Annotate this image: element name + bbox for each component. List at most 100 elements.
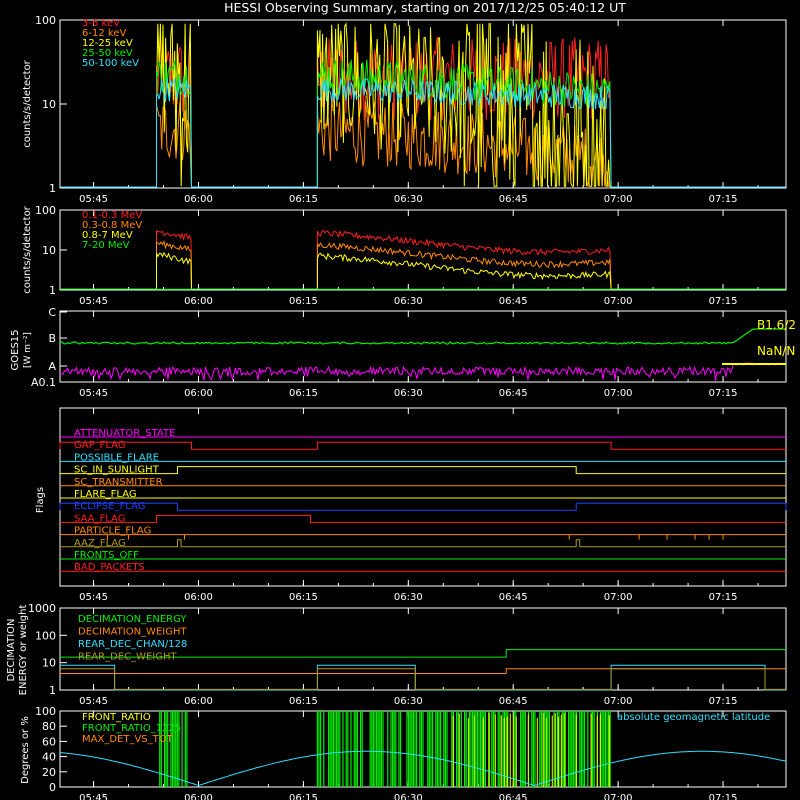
panel2-x-tick-label: 06:30 <box>394 296 423 307</box>
panel2-legend-7-20 MeV: 7-20 MeV <box>82 240 130 251</box>
panel3-annotation: NaN/N <box>757 344 795 358</box>
panel2-series-0.8-7 MeV <box>60 251 786 290</box>
flag-label-SAA_FLAG: SAA_FLAG <box>74 513 125 524</box>
flag-label-AAZ_FLAG: AAZ_FLAG <box>74 538 126 549</box>
flag-line-GAP_FLAG <box>59 441 786 450</box>
panel3-x-tick-label: 06:30 <box>394 388 423 399</box>
panel2-ylabel: counts/s/detector <box>22 205 33 293</box>
summary-plot: HESSI Observing Summary, starting on 201… <box>6 0 796 800</box>
panel5-x-tick-label: 06:15 <box>289 696 318 707</box>
panel6-y-tick-label: 100 <box>35 705 56 718</box>
flag-label-SC_TRANSMITTER: SC_TRANSMITTER <box>74 477 163 488</box>
panel3-x-tick-label: 06:15 <box>289 388 318 399</box>
panel2-x-tick-label: 05:45 <box>79 296 108 307</box>
panel3-x-tick-label: 07:15 <box>709 388 738 399</box>
panel4-x-tick-label: 07:15 <box>709 592 738 603</box>
panel6-x-tick-label: 06:00 <box>184 793 213 800</box>
panel2-y-tick-label: 1 <box>49 284 56 297</box>
panel3-x-tick-label: 06:00 <box>184 388 213 399</box>
panel5-ylabel2: ENERGY or weight <box>18 605 29 696</box>
panel6-legend-FRONT_RATIO_1225: FRONT_RATIO_1225 <box>82 723 181 734</box>
panel6-legend-MAX_DET_VS_TOT: MAX_DET_VS_TOT <box>82 734 174 745</box>
panel2-series-0.3-0.8 MeV <box>60 239 786 290</box>
flag-label-FLARE_FLAG: FLARE_FLAG <box>74 489 137 500</box>
panel6-series-front-ratio-1225 <box>159 711 611 787</box>
panel4-x-tick-label: 05:45 <box>79 592 108 603</box>
panel6-legend-latitude: absolute geomagnetic latitude <box>617 712 770 723</box>
panel5-series-weight <box>60 668 786 674</box>
panel5-legend-REAR_DEC_WEIGHT: REAR_DEC_WEIGHT <box>78 652 177 663</box>
flag-label-ECLIPSE_FLAG: ECLIPSE_FLAG <box>74 501 145 512</box>
panel2-x-tick-label: 07:15 <box>709 296 738 307</box>
panel1-y-tick-label: 1 <box>49 182 56 195</box>
panel4-x-tick-label: 07:00 <box>604 592 633 603</box>
panel1-x-tick-label: 06:45 <box>499 194 528 205</box>
panel6-x-tick-label: 06:30 <box>394 793 423 800</box>
panel3-y-tick-label: B <box>48 332 56 345</box>
panel1-series-12-25 keV <box>60 22 786 188</box>
panel5-x-tick-label: 06:30 <box>394 696 423 707</box>
panel6-x-tick-label: 05:45 <box>79 793 108 800</box>
flag-label-BAD_PACKETS: BAD_PACKETS <box>74 562 145 573</box>
panel5-x-tick-label: 07:15 <box>709 696 738 707</box>
panel4-x-tick-label: 06:00 <box>184 592 213 603</box>
panel2-x-tick-label: 07:00 <box>604 296 633 307</box>
panel5-x-tick-label: 06:45 <box>499 696 528 707</box>
panel5-y-tick-label: 1000 <box>28 602 56 615</box>
chart-title: HESSI Observing Summary, starting on 201… <box>224 0 626 15</box>
panel6-y-tick-label: 20 <box>42 766 56 779</box>
panel6-legend-FRONT_RATIO: FRONT_RATIO <box>82 712 151 723</box>
panel5-y-tick-label: 1 <box>49 684 56 697</box>
panel1-legend-50-100 keV: 50-100 keV <box>82 58 139 69</box>
panel1-x-tick-label: 06:30 <box>394 194 423 205</box>
panel6-y-tick-label: 60 <box>42 735 56 748</box>
panel3-series-short <box>59 362 787 382</box>
flag-line-SAA_FLAG <box>60 514 786 523</box>
panel1-ylabel: counts/s/detector <box>22 59 33 147</box>
flag-label-PARTICLE_FLAG: PARTICLE_FLAG <box>74 526 151 537</box>
panel5-x-tick-label: 05:45 <box>79 696 108 707</box>
panel1-y-tick-label: 100 <box>35 14 56 27</box>
panel5-x-tick-label: 07:00 <box>604 696 633 707</box>
panel4-ylabel: Flags <box>35 487 46 513</box>
panel1-x-tick-label: 05:45 <box>79 194 108 205</box>
panel6-x-tick-label: 07:00 <box>604 793 633 800</box>
panel1-y-tick-label: 10 <box>42 98 56 111</box>
panel6-x-tick-label: 06:45 <box>499 793 528 800</box>
panel6-ylabel: Degrees or % <box>20 716 31 784</box>
panel1-series-6-12 keV <box>60 97 786 188</box>
panel6-x-tick-label: 06:15 <box>289 793 318 800</box>
panel5-legend-DECIMATION_WEIGHT: DECIMATION_WEIGHT <box>78 627 187 638</box>
flag-line-AAZ_FLAG <box>60 539 786 548</box>
panel2-x-tick-label: 06:45 <box>499 296 528 307</box>
panel6-y-tick-label: 0 <box>49 781 56 794</box>
panel3-x-tick-label: 07:00 <box>604 388 633 399</box>
panel2-y-tick-label: 10 <box>42 244 56 257</box>
panel3-series-long <box>59 328 786 345</box>
flag-line-SC_IN_SUNLIGHT <box>60 466 786 475</box>
panel2-x-tick-label: 06:15 <box>289 296 318 307</box>
panel3-ylabel: GOES15 <box>10 329 21 370</box>
panel1-x-tick-label: 07:15 <box>709 194 738 205</box>
flag-label-SC_IN_SUNLIGHT: SC_IN_SUNLIGHT <box>74 465 160 476</box>
panel3-y-tick-label: A <box>48 360 56 373</box>
panel3-y-tick-label: C <box>48 306 56 319</box>
panel4-x-tick-label: 06:15 <box>289 592 318 603</box>
panel5-ylabel: DECIMATION <box>6 618 17 681</box>
panel2-x-tick-label: 06:00 <box>184 296 213 307</box>
flag-line-ECLIPSE_FLAG <box>59 502 787 511</box>
panel5-legend-DECIMATION_ENERGY: DECIMATION_ENERGY <box>78 614 187 625</box>
flag-label-POSSIBLE_FLARE: POSSIBLE_FLARE <box>74 452 159 463</box>
panel1-x-tick-label: 07:00 <box>604 194 633 205</box>
flag-label-ATTENUATOR_STATE: ATTENUATOR_STATE <box>74 428 175 439</box>
panel5-x-tick-label: 06:00 <box>184 696 213 707</box>
panel5-series-rear-weight <box>60 668 786 690</box>
panel1-x-tick-label: 06:15 <box>289 194 318 205</box>
observing-summary: HESSI Observing Summary, starting on 201… <box>0 0 800 800</box>
panel5-y-tick-label: 10 <box>42 657 56 670</box>
panel3-ylabel2: [W m⁻²] <box>23 332 33 368</box>
panel2-frame <box>59 209 787 291</box>
panel4-x-tick-label: 06:45 <box>499 592 528 603</box>
panel6-x-tick-label: 07:15 <box>709 793 738 800</box>
panel5-legend-REAR_DEC_CHAN/128: REAR_DEC_CHAN/128 <box>78 639 187 650</box>
